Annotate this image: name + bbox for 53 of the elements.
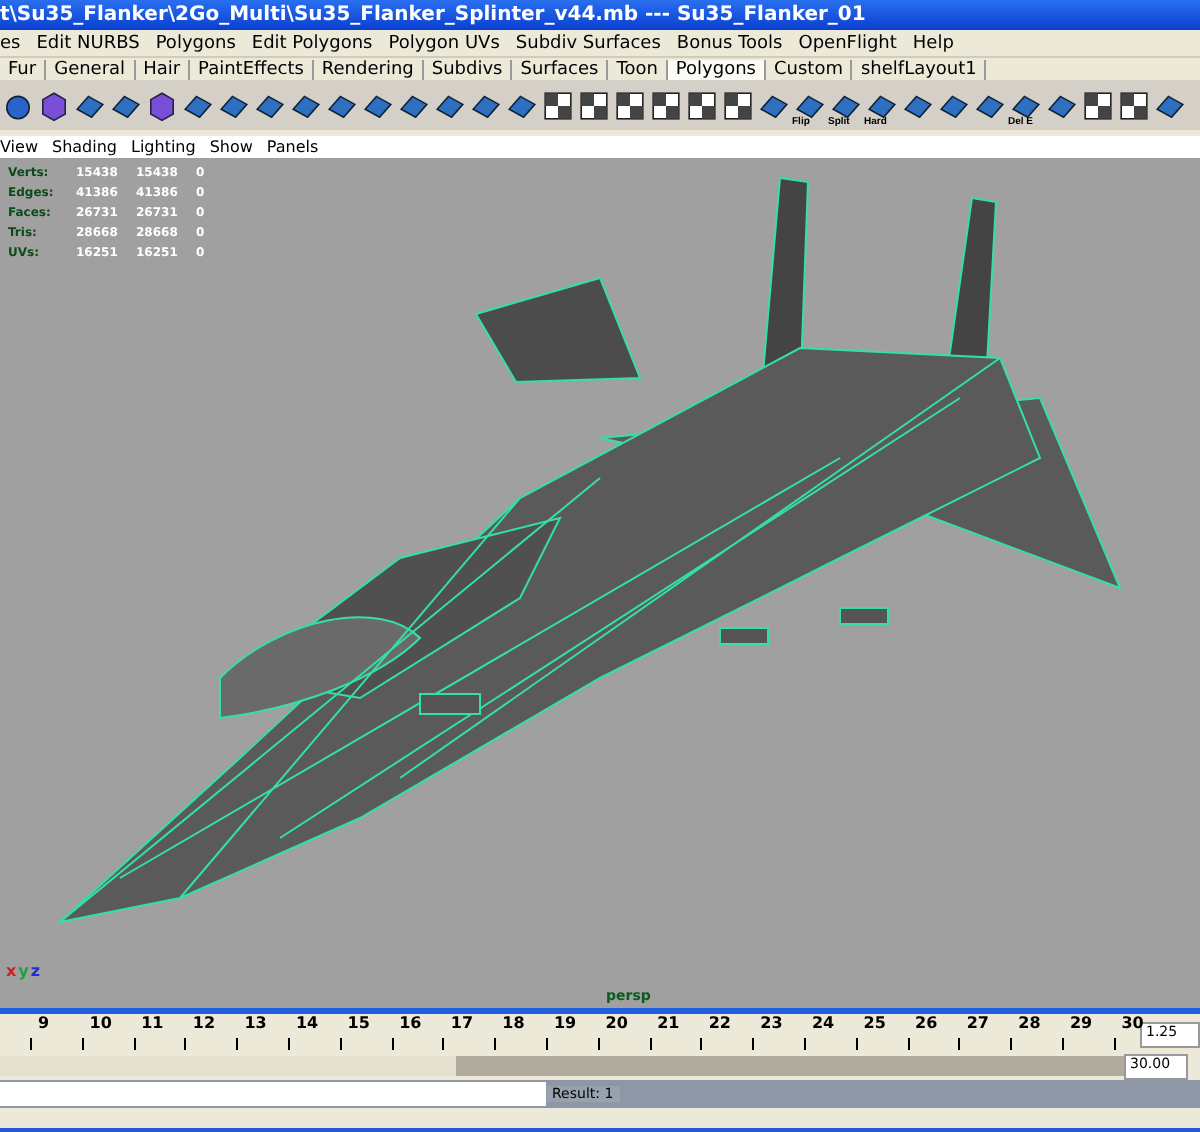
panel-menu-item[interactable]: View (0, 138, 38, 156)
checker-icon (542, 89, 574, 121)
frame-number: 18 (502, 1014, 525, 1036)
axis-label: x (6, 962, 17, 980)
frame-number: 19 (553, 1014, 577, 1036)
menu-item[interactable]: Help (912, 33, 954, 53)
frame-number: 28 (1018, 1014, 1041, 1036)
frame-number: 25 (863, 1014, 886, 1036)
cube-icon (146, 89, 178, 121)
panel-menu-item[interactable]: Show (209, 138, 253, 156)
checker-icon (722, 89, 754, 121)
frame-number: 29 (1069, 1014, 1093, 1036)
shelf-tab[interactable]: Polygons (667, 59, 766, 79)
frame-number: 10 (89, 1014, 112, 1036)
panel-menu-item[interactable]: Lighting (130, 138, 196, 156)
window-title: t\Su35_Flanker\2Go_Multi\Su35_Flanker_Splinter_v44.mb --- Su35_Flanker_01 (0, 4, 866, 26)
checker-icon (1118, 89, 1150, 121)
frame-number: 9 (38, 1014, 50, 1036)
frame-number: 17 (450, 1014, 474, 1036)
menu-item[interactable]: Edit NURBS (36, 33, 140, 53)
command-line-field[interactable] (0, 1082, 546, 1106)
frame-number: 13 (244, 1014, 267, 1036)
checker-icon (1082, 89, 1114, 121)
menu-item[interactable]: Bonus Tools (676, 33, 783, 53)
panel-menu-item[interactable]: Shading (51, 138, 117, 156)
frame-number: 16 (399, 1014, 422, 1036)
checker-icon (650, 89, 682, 121)
frame-number: 14 (295, 1014, 319, 1036)
frame-number: 11 (141, 1014, 164, 1036)
frame-number: 24 (811, 1014, 835, 1036)
menu-item[interactable]: Subdiv Surfaces (515, 33, 661, 53)
frame-number: 26 (915, 1014, 938, 1036)
frame-number: 15 (347, 1014, 370, 1036)
frame-number: 30 (1121, 1014, 1144, 1036)
cube-icon (38, 89, 70, 121)
menu-item[interactable]: Polygons (155, 33, 236, 53)
frame-number: 23 (760, 1014, 783, 1036)
frame-number: 20 (605, 1014, 628, 1036)
menu-item[interactable]: OpenFlight (798, 33, 897, 53)
menu-item[interactable]: es (0, 33, 21, 53)
menu-item[interactable]: Polygon UVs (388, 33, 500, 53)
checker-icon (686, 89, 718, 121)
axis-label: y (18, 962, 29, 980)
checker-icon (614, 89, 646, 121)
frame-number: 21 (657, 1014, 680, 1036)
frame-number: 12 (192, 1014, 216, 1036)
range-slider-bar[interactable] (456, 1056, 1124, 1076)
frame-number: 27 (966, 1014, 989, 1036)
checker-icon (578, 89, 610, 121)
menu-item[interactable]: Edit Polygons (251, 33, 373, 53)
panel-menu-item[interactable]: Panels (266, 138, 319, 156)
frame-number: 22 (708, 1014, 731, 1036)
axis-label: z (30, 962, 41, 980)
